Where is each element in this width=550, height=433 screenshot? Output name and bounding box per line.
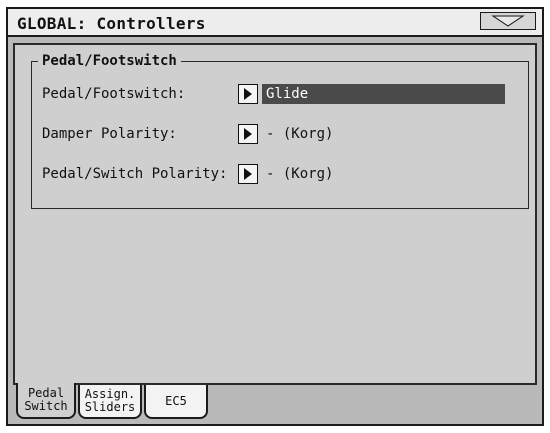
tab-ec5[interactable]: EC5 [144, 385, 208, 419]
triangle-right-icon [244, 168, 252, 180]
pedal-footswitch-label: Pedal/Footswitch: [42, 86, 186, 102]
damper-polarity-label: Damper Polarity: [42, 126, 177, 142]
triangle-right-icon [244, 88, 252, 100]
tab-label-line2: Switch [24, 399, 68, 413]
main-panel: Pedal/Footswitch Pedal/Footswitch: Glide… [13, 43, 537, 385]
damper-polarity-value[interactable]: - (Korg) [262, 124, 333, 144]
title-bar: GLOBAL: Controllers [8, 9, 542, 37]
triangle-right-icon [244, 128, 252, 140]
page-menu-button[interactable] [480, 12, 536, 30]
pedal-footswitch-group: Pedal/Footswitch Pedal/Footswitch: Glide… [31, 53, 529, 209]
tab-assign-sliders[interactable]: Assign. Sliders [78, 385, 142, 419]
damper-polarity-popup-button[interactable] [238, 124, 258, 144]
pedal-switch-polarity-popup-button[interactable] [238, 164, 258, 184]
tab-label-line1: EC5 [165, 393, 187, 408]
triangle-down-icon [491, 15, 525, 27]
tab-label-line2: Sliders [84, 400, 136, 414]
pedal-footswitch-popup-button[interactable] [238, 84, 258, 104]
pedal-switch-polarity-value[interactable]: - (Korg) [262, 164, 333, 184]
group-title: Pedal/Footswitch [38, 53, 181, 69]
global-controllers-screen: GLOBAL: Controllers Pedal/Footswitch Ped… [6, 7, 544, 426]
pedal-switch-polarity-label: Pedal/Switch Polarity: [42, 166, 228, 182]
page-title: GLOBAL: Controllers [17, 14, 206, 33]
pedal-footswitch-value[interactable]: Glide [262, 84, 505, 104]
tab-pedal-switch[interactable]: Pedal Switch [16, 383, 76, 419]
